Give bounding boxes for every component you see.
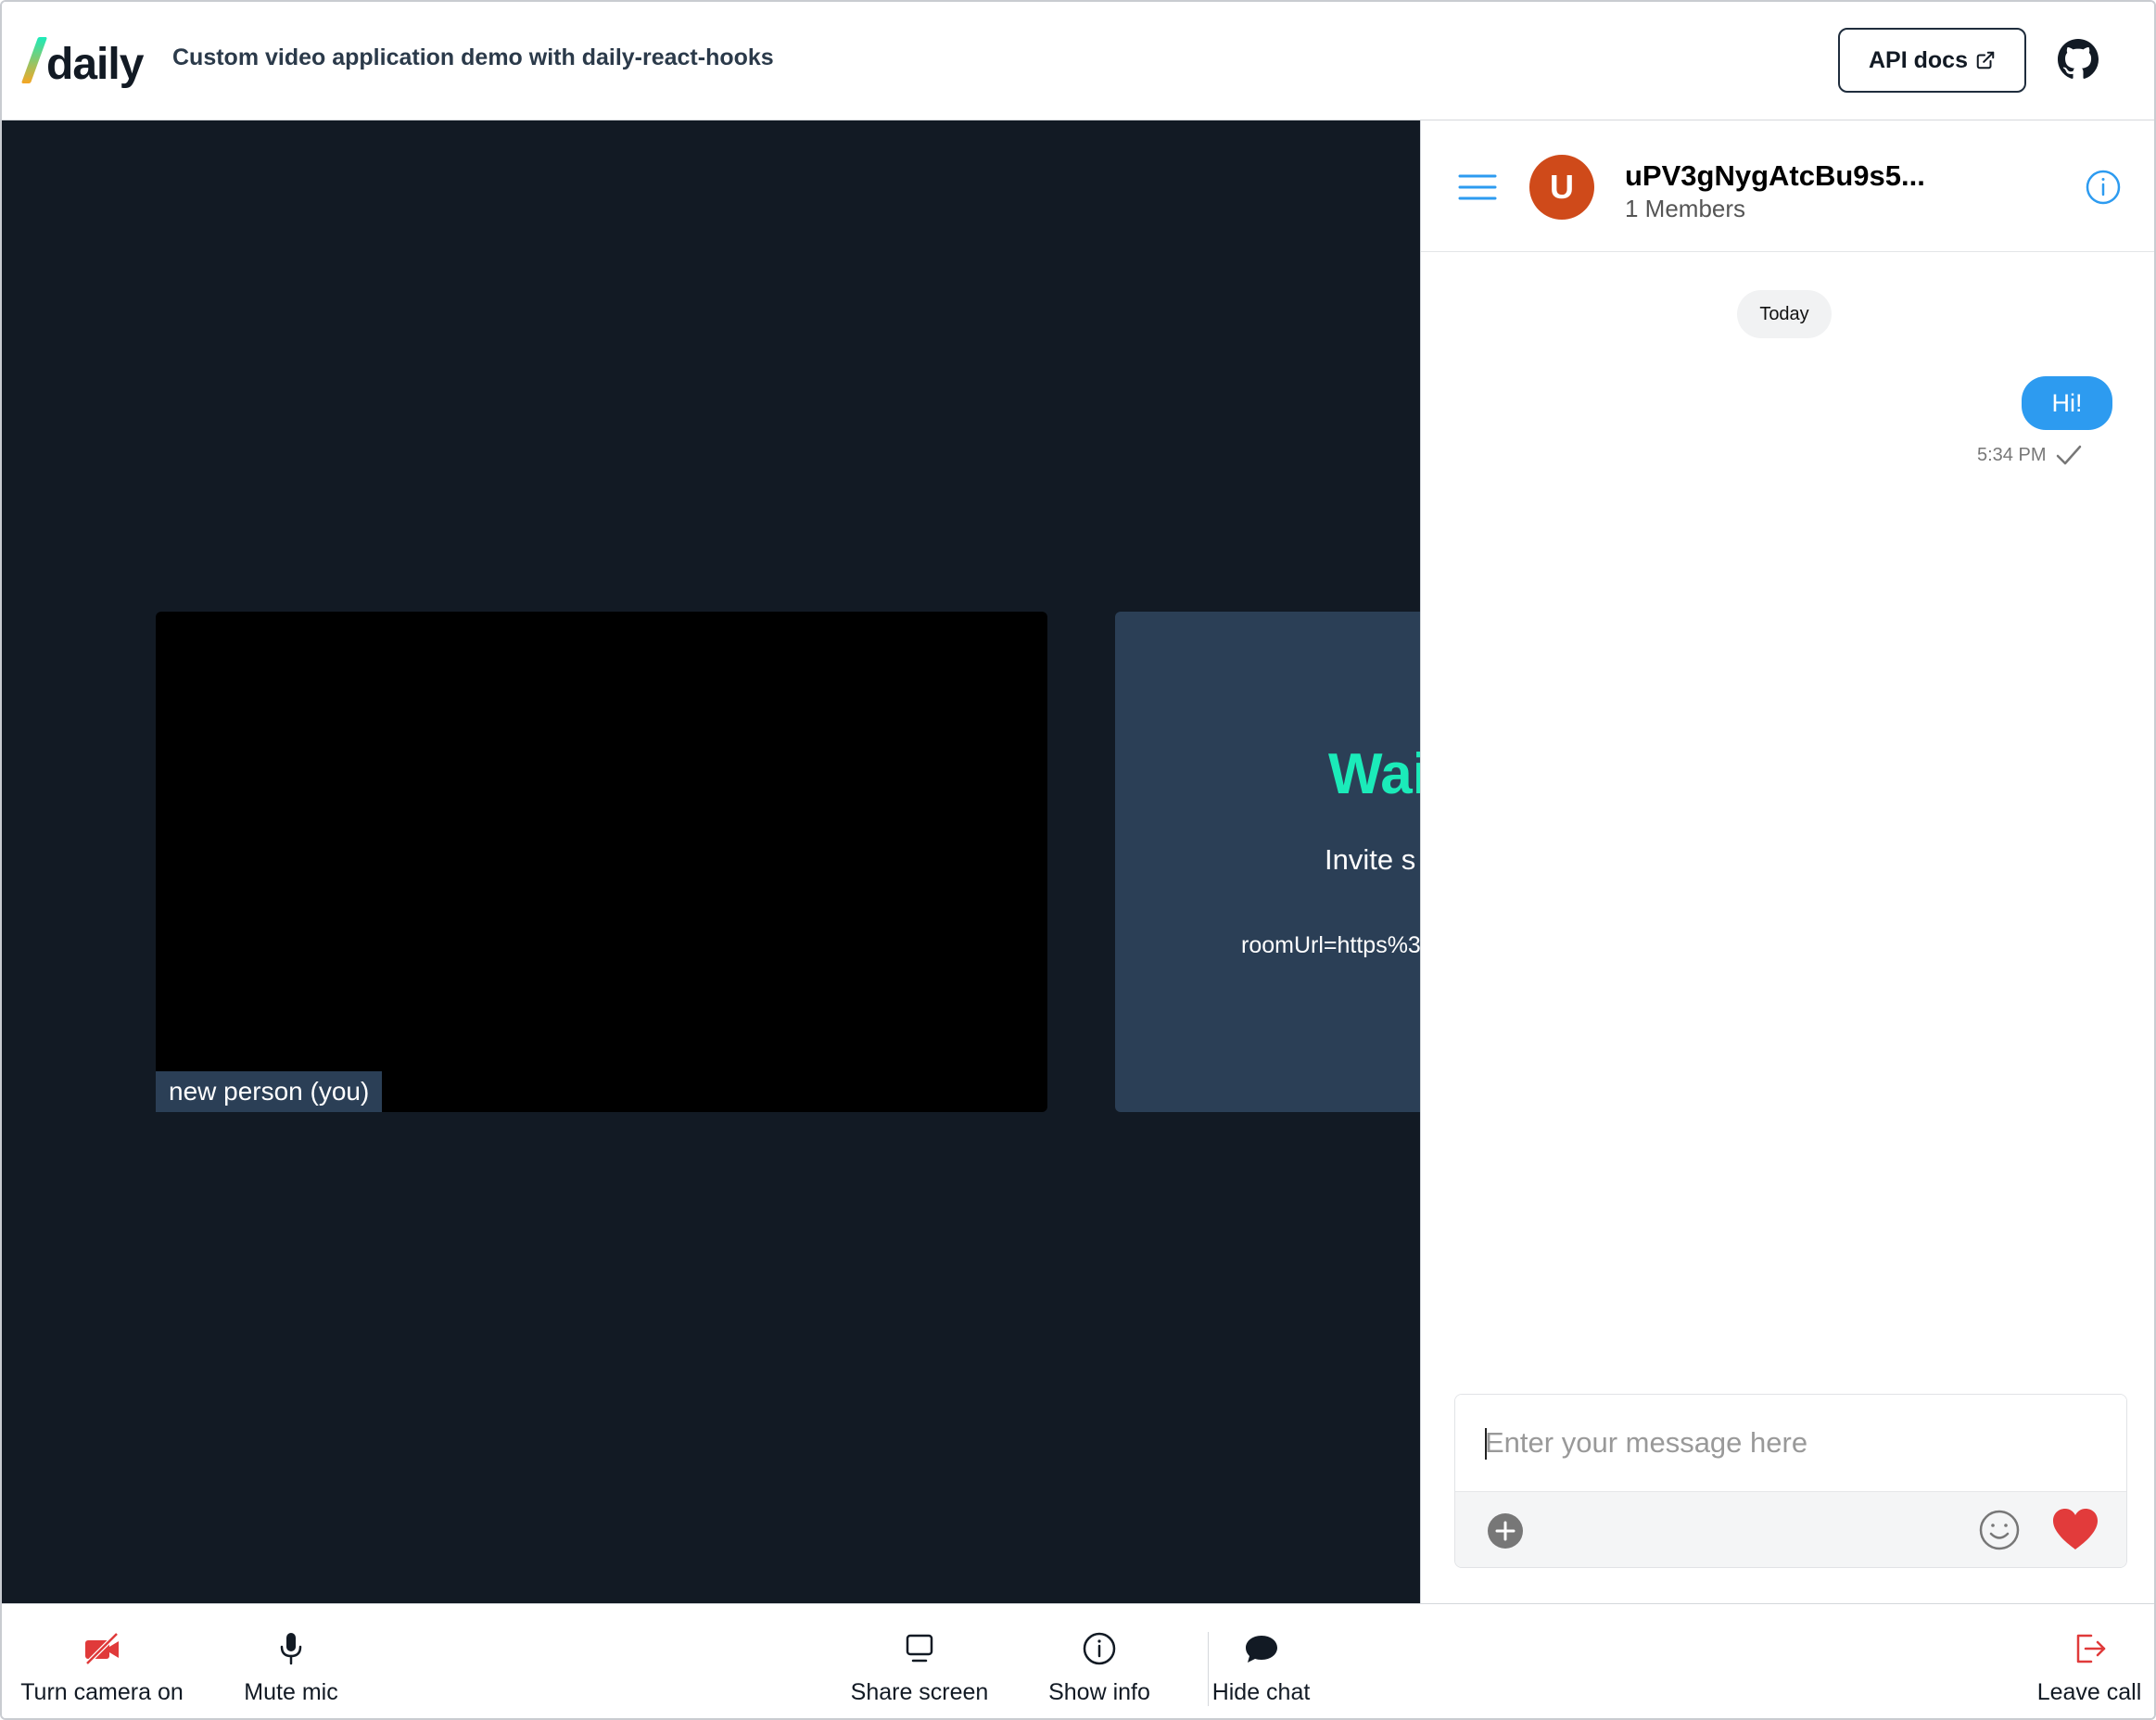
github-icon[interactable]	[2058, 39, 2099, 80]
hide-chat-label: Hide chat	[1211, 1679, 1311, 1705]
camera-off-icon	[85, 1632, 119, 1665]
show-info-label: Show info	[1048, 1679, 1150, 1705]
mute-mic-label: Mute mic	[244, 1679, 338, 1705]
leave-icon	[2076, 1634, 2106, 1663]
api-docs-button[interactable]: API docs	[1838, 28, 2026, 93]
add-attachment-icon[interactable]	[1487, 1512, 1524, 1549]
info-icon[interactable]	[2085, 169, 2122, 206]
local-video-tile: new person (you)	[156, 612, 1047, 1112]
top-header: daily Custom video application demo with…	[2, 2, 2154, 120]
hamburger-menu-icon[interactable]	[1458, 172, 1497, 202]
checkmark-icon	[2057, 445, 2082, 465]
logo-text: daily	[46, 40, 144, 89]
show-info-button[interactable]: Show info	[1046, 1632, 1153, 1706]
mute-mic-button[interactable]: Mute mic	[241, 1632, 341, 1706]
api-docs-label: API docs	[1869, 46, 1968, 73]
waiting-tile: Wai Invite s roomUrl=https%3	[1115, 612, 1420, 1112]
camera-toggle-label: Turn camera on	[20, 1679, 184, 1705]
call-area: new person (you) Wai Invite s roomUrl=ht…	[2, 120, 1420, 1603]
message-timestamp: 5:34 PM	[1977, 444, 2047, 465]
share-screen-button[interactable]: Share screen	[849, 1632, 990, 1706]
logo-slash	[20, 37, 48, 83]
chat-panel: U uPV3gNygAtcBu9s5... 1 Members Today Hi…	[1420, 120, 2154, 1603]
call-controls-bar: Turn camera on Mute mic Share screen Sho…	[2, 1603, 2154, 1718]
emoji-icon[interactable]	[1978, 1509, 2021, 1551]
external-link-icon	[1976, 51, 1995, 70]
screen-share-icon	[906, 1634, 933, 1663]
room-url-link[interactable]: roomUrl=https%3	[1241, 932, 1420, 959]
microphone-icon	[280, 1633, 302, 1665]
chat-header: U uPV3gNygAtcBu9s5... 1 Members	[1421, 120, 2154, 252]
leave-call-button[interactable]: Leave call	[2036, 1632, 2143, 1706]
waiting-title: Wai	[1328, 742, 1420, 806]
heart-icon[interactable]	[2051, 1507, 2099, 1551]
hide-chat-button[interactable]: Hide chat	[1208, 1632, 1313, 1706]
room-name: uPV3gNygAtcBu9s5...	[1625, 159, 1925, 192]
page-title: Custom video application demo with daily…	[172, 44, 774, 70]
text-caret	[1485, 1428, 1487, 1460]
composer-toolbar	[1455, 1491, 2126, 1567]
daily-logo[interactable]: daily	[20, 30, 144, 89]
message-meta: 5:34 PM	[1977, 443, 2083, 467]
app-window: daily Custom video application demo with…	[0, 0, 2156, 1720]
info-circle-icon	[1083, 1632, 1116, 1665]
leave-call-label: Leave call	[2036, 1679, 2142, 1705]
message-input[interactable]	[1455, 1395, 2126, 1491]
participant-name-label: new person (you)	[156, 1071, 383, 1112]
member-count: 1 Members	[1625, 195, 1746, 222]
date-divider: Today	[1737, 290, 1832, 338]
waiting-subtitle: Invite s	[1325, 843, 1416, 876]
share-screen-label: Share screen	[850, 1679, 989, 1705]
chat-message-bubble: Hi!	[2022, 376, 2112, 430]
message-composer	[1454, 1394, 2127, 1568]
chat-bubble-icon	[1245, 1636, 1277, 1663]
camera-toggle-button[interactable]: Turn camera on	[20, 1632, 184, 1706]
avatar: U	[1529, 155, 1594, 220]
